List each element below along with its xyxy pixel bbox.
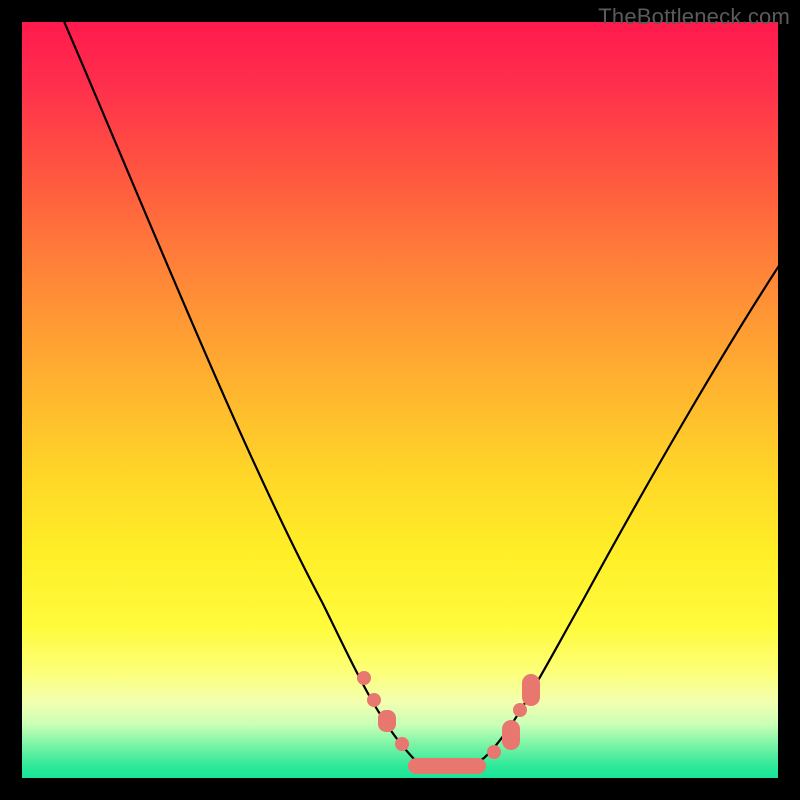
chart-frame: TheBottleneck.com <box>0 0 800 800</box>
highlight-markers <box>357 671 540 774</box>
curve-layer <box>22 22 778 778</box>
bottleneck-curve <box>60 22 778 771</box>
watermark-text: TheBottleneck.com <box>598 4 790 30</box>
plot-area <box>22 22 778 778</box>
